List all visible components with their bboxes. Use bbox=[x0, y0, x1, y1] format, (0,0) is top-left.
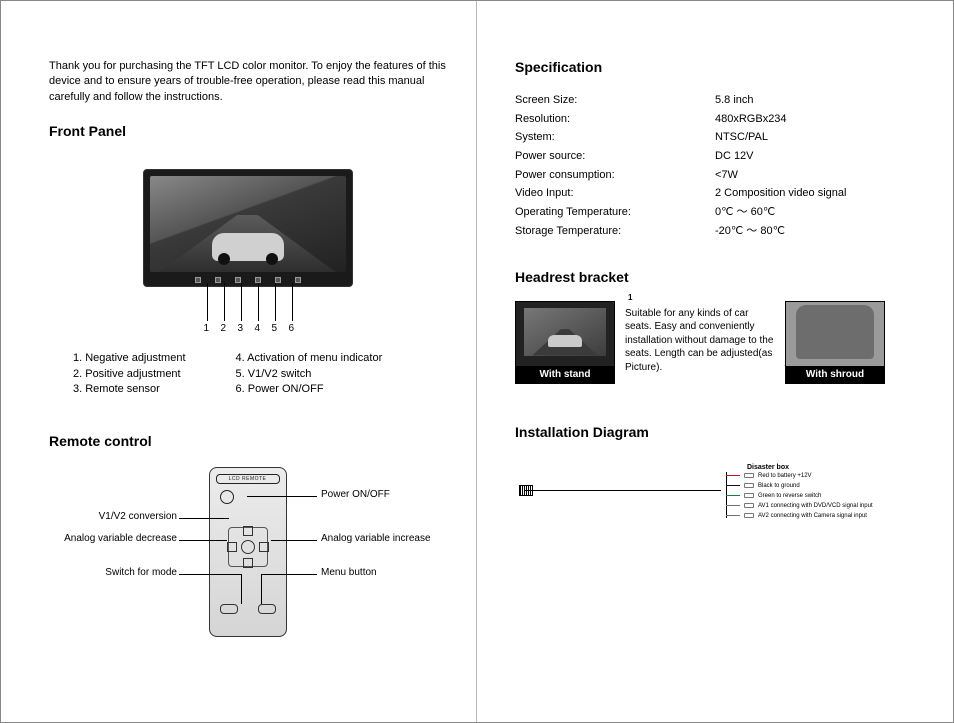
headrest-text: 1 Suitable for any kinds of car seats. E… bbox=[625, 307, 775, 375]
remote-label: Switch for mode bbox=[89, 567, 177, 578]
front-panel-heading: Front Panel bbox=[49, 123, 446, 139]
spec-value: DC 12V bbox=[715, 147, 754, 166]
thumb-caption: With shroud bbox=[786, 366, 884, 383]
remote-label: Analog variable increase bbox=[321, 533, 431, 544]
specification-heading: Specification bbox=[515, 59, 911, 75]
legend-item: 4. Activation of menu indicator bbox=[236, 351, 383, 366]
spec-key: Resolution: bbox=[515, 110, 715, 129]
remote-section: Remote control LCD REMOTE bbox=[49, 433, 446, 657]
callout-number: 1 bbox=[204, 323, 210, 334]
remote-label: Analog variable decrease bbox=[49, 533, 177, 544]
spec-key: System: bbox=[515, 128, 715, 147]
headrest-figure: With stand 1 Suitable for any kinds of c… bbox=[515, 301, 911, 384]
thumb-caption: With stand bbox=[516, 366, 614, 383]
legend-item: 1. Negative adjustment bbox=[73, 351, 186, 366]
left-column: Thank you for purchasing the TFT LCD col… bbox=[1, 1, 477, 722]
menu-button-icon bbox=[258, 604, 276, 614]
front-panel-legend: 1. Negative adjustment 2. Positive adjus… bbox=[73, 351, 446, 397]
wire-label: Green to reverse switch bbox=[758, 493, 821, 499]
front-panel-callouts: 1 2 3 4 5 6 bbox=[143, 283, 353, 341]
callout-number: 6 bbox=[289, 323, 295, 334]
spec-key: Power consumption: bbox=[515, 166, 715, 185]
right-column: Specification Screen Size:5.8 inch Resol… bbox=[477, 1, 953, 722]
remote-device-label: LCD REMOTE bbox=[216, 474, 280, 484]
headrest-heading: Headrest bracket bbox=[515, 269, 911, 285]
intro-text: Thank you for purchasing the TFT LCD col… bbox=[49, 59, 446, 105]
spec-value: <7W bbox=[715, 166, 738, 185]
with-stand-thumb: With stand bbox=[515, 301, 615, 384]
front-panel-figure: 1 2 3 4 5 6 bbox=[143, 169, 353, 341]
spec-value: NTSC/PAL bbox=[715, 128, 768, 147]
legend-item: 3. Remote sensor bbox=[73, 382, 186, 397]
manual-page: Thank you for purchasing the TFT LCD col… bbox=[0, 0, 954, 723]
spec-value: 0℃ ～ 60℃ bbox=[715, 203, 775, 222]
headrest-paragraph: Suitable for any kinds of car seats. Eas… bbox=[625, 308, 773, 373]
remote-label: V1/V2 conversion bbox=[75, 511, 177, 522]
wire-label: AV2 connecting with Camera signal input bbox=[758, 513, 867, 519]
spec-key: Video Input: bbox=[515, 184, 715, 203]
installation-heading: Installation Diagram bbox=[515, 424, 911, 440]
disaster-box-label: Disaster box bbox=[726, 464, 911, 471]
dpad-icon bbox=[228, 527, 268, 567]
remote-icon: LCD REMOTE bbox=[209, 467, 287, 637]
wire-label: AV1 connecting with DVD/VCD signal input bbox=[758, 503, 873, 509]
callout-number: 3 bbox=[238, 323, 244, 334]
callout-number: 2 bbox=[221, 323, 227, 334]
power-icon bbox=[220, 490, 234, 504]
wire-label: Red to battery +12V bbox=[758, 473, 812, 479]
callout-number: 4 bbox=[255, 323, 261, 334]
spec-key: Operating Temperature: bbox=[515, 203, 715, 222]
spec-value: 480xRGBx234 bbox=[715, 110, 787, 129]
with-shroud-thumb: With shroud bbox=[785, 301, 885, 384]
legend-item: 5. V1/V2 switch bbox=[236, 367, 383, 382]
callout-number: 5 bbox=[272, 323, 278, 334]
installation-diagram: Disaster box Red to battery +12V Black t… bbox=[515, 460, 911, 540]
spec-key: Storage Temperature: bbox=[515, 222, 715, 241]
spec-value: 5.8 inch bbox=[715, 91, 754, 110]
specification-table: Screen Size:5.8 inch Resolution:480xRGBx… bbox=[515, 91, 911, 241]
legend-item: 2. Positive adjustment bbox=[73, 367, 186, 382]
remote-label: Menu button bbox=[321, 567, 377, 578]
mode-button-icon bbox=[220, 604, 238, 614]
ref-number: 1 bbox=[628, 293, 632, 304]
wire-label: Black to ground bbox=[758, 483, 800, 489]
spec-value: -20℃ ～ 80℃ bbox=[715, 222, 785, 241]
monitor-icon bbox=[143, 169, 353, 287]
spec-key: Screen Size: bbox=[515, 91, 715, 110]
spec-key: Power source: bbox=[515, 147, 715, 166]
remote-heading: Remote control bbox=[49, 433, 446, 449]
legend-item: 6. Power ON/OFF bbox=[236, 382, 383, 397]
remote-label: Power ON/OFF bbox=[321, 489, 390, 500]
spec-value: 2 Composition video signal bbox=[715, 184, 846, 203]
installation-section: Installation Diagram Disaster box Red to… bbox=[515, 424, 911, 540]
